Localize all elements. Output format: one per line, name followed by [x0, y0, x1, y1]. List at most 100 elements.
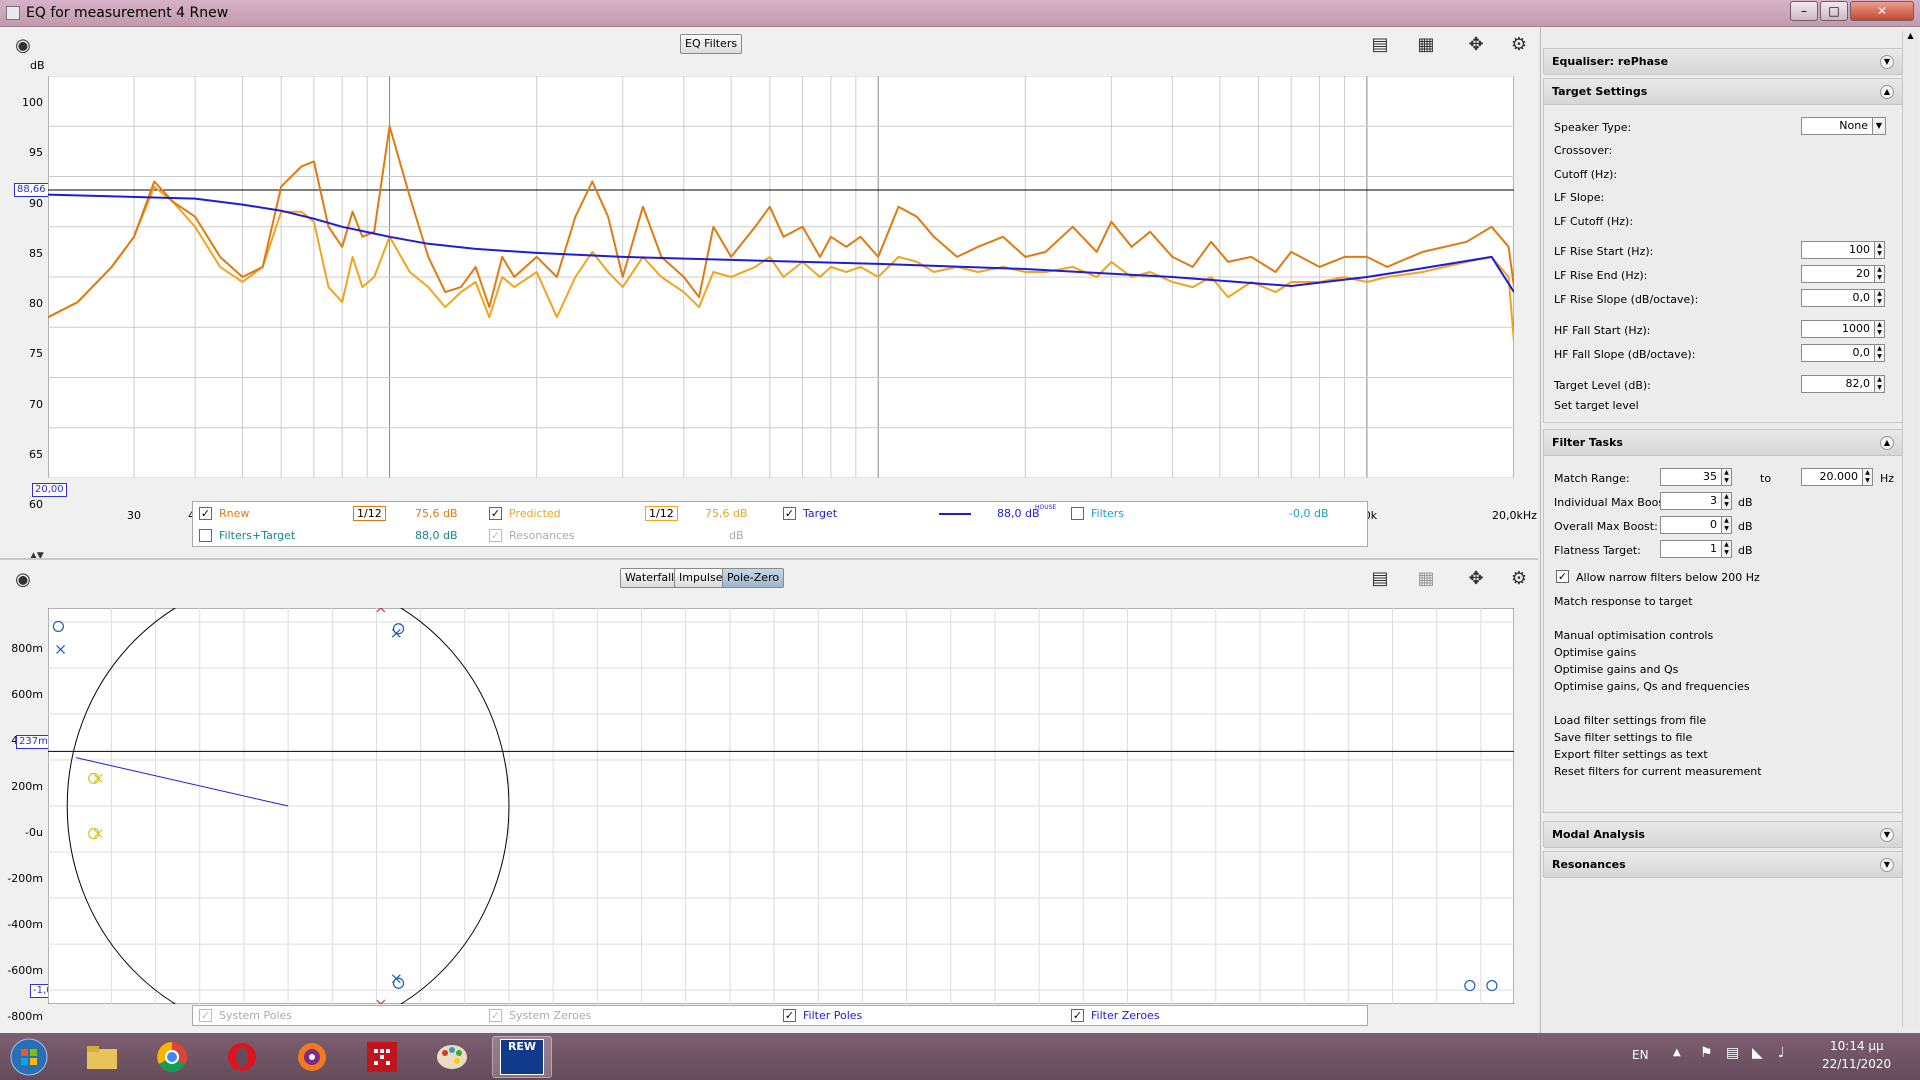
lf-rise-slope-input[interactable]: 0,0 — [1801, 289, 1875, 307]
target-checkbox[interactable]: ✓ — [783, 507, 796, 520]
match-range-from-input[interactable]: 35 — [1660, 468, 1722, 486]
tab-impulse[interactable]: Impulse — [674, 568, 728, 588]
optimise-gains-qs-freqs-button[interactable]: Optimise gains, Qs and frequencies — [1554, 680, 1750, 693]
export-filter-settings-button[interactable]: Export filter settings as text — [1554, 748, 1708, 761]
clock-date[interactable]: 22/11/2020 — [1822, 1057, 1891, 1071]
language-indicator[interactable]: EN — [1632, 1048, 1649, 1062]
resonances-header[interactable]: Resonances ▼ — [1544, 852, 1902, 878]
network-icon[interactable]: ▤ — [1726, 1045, 1739, 1061]
app-red-grid-icon[interactable] — [352, 1036, 412, 1078]
filter-zeroes-checkbox[interactable]: ✓ — [1071, 1009, 1084, 1022]
maximize-button[interactable]: □ — [1820, 1, 1848, 21]
system-zeroes-checkbox[interactable]: ✓ — [489, 1009, 502, 1022]
graph-capture-icon[interactable]: ◉ — [8, 33, 38, 57]
chrome-icon[interactable] — [142, 1036, 202, 1078]
equaliser-panel: Equaliser: rePhase ▼ — [1543, 48, 1903, 75]
predicted-checkbox[interactable]: ✓ — [489, 507, 502, 520]
match-range-to-input[interactable]: 20.000 — [1801, 468, 1863, 486]
pole-zero-graph[interactable] — [48, 608, 1514, 1004]
flatness-target-spinner[interactable]: ▲ ▼ — [1721, 540, 1732, 558]
optimise-gains-qs-button[interactable]: Optimise gains and Qs — [1554, 663, 1678, 676]
sidebar-scrollbar[interactable]: ▲ — [1902, 31, 1918, 1027]
lf-rise-start-spinner[interactable]: ▲ ▼ — [1874, 241, 1885, 259]
system-poles-checkbox[interactable]: ✓ — [199, 1009, 212, 1022]
tab-waterfall[interactable]: Waterfall — [620, 568, 680, 588]
settings-gear-icon[interactable]: ⚙ — [1504, 32, 1534, 56]
target-settings-header[interactable]: Target Settings ▲ — [1544, 79, 1902, 105]
expand-chevron-icon[interactable]: ▲ — [1880, 436, 1894, 450]
match-range-to-spinner[interactable]: ▲ ▼ — [1862, 468, 1873, 486]
hf-fall-start-spinner[interactable]: ▲ ▼ — [1874, 320, 1885, 338]
tab-pole-zero[interactable]: Pole-Zero — [722, 568, 785, 588]
grid-icon[interactable]: ▦ — [1411, 32, 1441, 56]
filters-checkbox[interactable] — [1071, 507, 1084, 520]
collapse-chevron-icon[interactable]: ▼ — [1880, 858, 1894, 872]
lf-rise-end-input[interactable]: 20 — [1801, 265, 1875, 283]
clock-time[interactable]: 10:14 μμ — [1830, 1039, 1884, 1053]
eq-filters-button[interactable]: EQ Filters — [680, 34, 743, 54]
scroll-up-icon[interactable]: ▲ — [1903, 31, 1918, 40]
lf-rise-start-input[interactable]: 100 — [1801, 241, 1875, 259]
lf-rise-end-spinner[interactable]: ▲ ▼ — [1874, 265, 1885, 283]
target-level-input[interactable]: 82,0 — [1801, 375, 1875, 393]
manual-optimisation-button[interactable]: Manual optimisation controls — [1554, 629, 1713, 642]
lf-rise-slope-spinner[interactable]: ▲ ▼ — [1874, 289, 1885, 307]
graph2-zoom-fit-icon[interactable]: ✥ — [1461, 566, 1491, 590]
filter-tasks-header[interactable]: Filter Tasks ▲ — [1544, 430, 1902, 456]
file-explorer-icon[interactable] — [72, 1036, 132, 1078]
graph-layout-icon[interactable]: ▤ — [1365, 32, 1395, 56]
opera-icon[interactable] — [212, 1036, 272, 1078]
hf-fall-start-input[interactable]: 1000 — [1801, 320, 1875, 338]
load-filter-settings-button[interactable]: Load filter settings from file — [1554, 714, 1706, 727]
target-level-spinner[interactable]: ▲ ▼ — [1874, 375, 1885, 393]
match-range-from-spinner[interactable]: ▲ ▼ — [1721, 468, 1732, 486]
speaker-type-dropdown-icon[interactable]: ▼ — [1872, 117, 1886, 135]
rnew-smoothing[interactable]: 1/12 — [353, 506, 386, 521]
overall-max-boost-spinner[interactable]: ▲ ▼ — [1721, 516, 1732, 534]
match-response-button[interactable]: Match response to target — [1554, 595, 1693, 608]
frequency-response-graph[interactable] — [48, 76, 1514, 478]
rnew-checkbox[interactable]: ✓ — [199, 507, 212, 520]
zoom-fit-icon[interactable]: ✥ — [1461, 32, 1491, 56]
expand-chevron-icon[interactable]: ▲ — [1880, 85, 1894, 99]
volume-icon[interactable]: ♩ — [1778, 1045, 1785, 1061]
filters-target-checkbox[interactable] — [199, 529, 212, 542]
overall-max-boost-input[interactable]: 0 — [1660, 516, 1722, 534]
rew-taskbar-icon[interactable]: REW — [492, 1036, 552, 1078]
pane-splitter[interactable] — [0, 558, 1538, 560]
individual-max-boost-input[interactable]: 3 — [1660, 492, 1722, 510]
predicted-smoothing[interactable]: 1/12 — [645, 506, 678, 521]
graph2-grid-icon[interactable]: ▦ — [1411, 566, 1441, 590]
minimize-button[interactable]: – — [1790, 1, 1818, 21]
optimise-gains-button[interactable]: Optimise gains — [1554, 646, 1636, 659]
resonances-checkbox[interactable]: ✓ — [489, 529, 502, 542]
filter-poles-checkbox[interactable]: ✓ — [783, 1009, 796, 1022]
speaker-type-select[interactable]: None — [1801, 117, 1873, 135]
collapse-chevron-icon[interactable]: ▼ — [1880, 828, 1894, 842]
windows-taskbar: REW EN ▲ ⚑ ▤ ◣ ♩ 10:14 μμ 22/11/2020 — [0, 1033, 1920, 1080]
modal-analysis-header[interactable]: Modal Analysis ▼ — [1544, 822, 1902, 848]
graph2-settings-gear-icon[interactable]: ⚙ — [1504, 566, 1534, 590]
hf-fall-slope-input[interactable]: 0,0 — [1801, 344, 1875, 362]
hf-fall-slope-spinner[interactable]: ▲ ▼ — [1874, 344, 1885, 362]
flatness-target-input[interactable]: 1 — [1660, 540, 1722, 558]
action-center-flag-icon[interactable]: ⚑ — [1700, 1045, 1713, 1061]
save-filter-settings-button[interactable]: Save filter settings to file — [1554, 731, 1692, 744]
graph2-capture-icon[interactable]: ◉ — [8, 567, 38, 591]
close-button[interactable]: ✕ — [1850, 1, 1914, 21]
paint-palette-icon[interactable] — [422, 1036, 482, 1078]
individual-max-boost-spinner[interactable]: ▲ ▼ — [1721, 492, 1732, 510]
graph2-layout-icon[interactable]: ▤ — [1365, 566, 1395, 590]
reset-filters-button[interactable]: Reset filters for current measurement — [1554, 765, 1762, 778]
collapse-chevron-icon[interactable]: ▼ — [1880, 55, 1894, 69]
browser-shield-icon[interactable] — [282, 1036, 342, 1078]
start-button[interactable] — [4, 1036, 54, 1078]
set-target-level-button[interactable]: Set target level — [1554, 399, 1639, 412]
show-hidden-icons-icon[interactable]: ▲ — [1673, 1047, 1681, 1058]
signal-icon[interactable]: ◣ — [1752, 1045, 1763, 1061]
filter-poles-label: Filter Poles — [803, 1009, 863, 1022]
allow-narrow-checkbox[interactable]: ✓ — [1556, 570, 1569, 583]
y-tick-label: 70 — [29, 397, 43, 411]
pz-y-tick-label: -400m — [7, 918, 43, 932]
equaliser-header[interactable]: Equaliser: rePhase ▼ — [1544, 49, 1902, 75]
